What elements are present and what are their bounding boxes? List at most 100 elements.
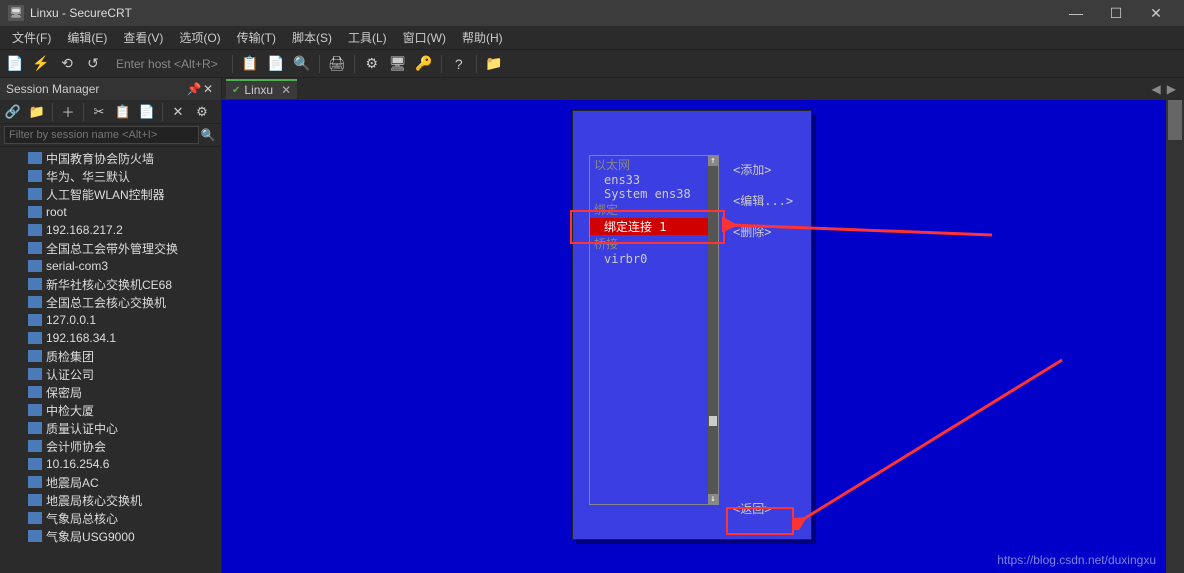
session-icon <box>28 170 42 182</box>
menu-window[interactable]: 窗口(W) <box>395 26 454 49</box>
host-input[interactable]: Enter host <Alt+R> <box>110 57 224 71</box>
copy2-icon[interactable]: 📋 <box>114 103 132 121</box>
list-item[interactable]: System ens38 <box>590 187 718 201</box>
quick-connect-icon[interactable]: ⚡ <box>32 55 50 73</box>
edit-button[interactable]: <编辑...> <box>733 192 793 209</box>
paste2-icon[interactable]: 📄 <box>138 103 156 121</box>
session-item[interactable]: 认证公司 <box>0 365 221 383</box>
session-label: 192.168.217.2 <box>46 223 123 237</box>
add-button[interactable]: <添加> <box>733 161 793 178</box>
session-item[interactable]: serial-com3 <box>0 257 221 275</box>
session-item[interactable]: 会计师协会 <box>0 437 221 455</box>
settings-icon[interactable]: ⚙ <box>363 55 381 73</box>
print-icon[interactable]: 🖨 <box>328 55 346 73</box>
properties-icon[interactable]: ⚙ <box>193 103 211 121</box>
session-icon[interactable]: 🖥 <box>389 55 407 73</box>
session-icon <box>28 350 42 362</box>
menu-options[interactable]: 选项(O) <box>171 26 228 49</box>
session-item[interactable]: 127.0.0.1 <box>0 311 221 329</box>
list-item[interactable]: virbr0 <box>590 252 718 266</box>
session-label: 气象局总核心 <box>46 510 118 527</box>
listbox-scrollbar[interactable]: ↑ ↓ <box>708 156 718 504</box>
tab-linxu[interactable]: ✔ Linxu ✕ <box>226 79 297 99</box>
session-icon <box>28 368 42 380</box>
tab-strip: ✔ Linxu ✕ ◀ ▶ <box>222 78 1184 100</box>
add-icon[interactable]: ＋ <box>59 103 77 121</box>
maximize-button[interactable]: ☐ <box>1096 0 1136 26</box>
session-label: root <box>46 205 67 219</box>
delete-button[interactable]: <删除> <box>733 223 793 240</box>
menu-tools[interactable]: 工具(L) <box>340 26 395 49</box>
session-item[interactable]: 新华社核心交换机CE68 <box>0 275 221 293</box>
close-button[interactable]: ✕ <box>1136 0 1176 26</box>
minimize-button[interactable]: — <box>1056 0 1096 26</box>
menu-file[interactable]: 文件(F) <box>4 26 59 49</box>
menu-view[interactable]: 查看(V) <box>115 26 171 49</box>
link-icon[interactable]: 🔗 <box>4 103 22 121</box>
session-label: 中国教育协会防火墙 <box>46 150 154 167</box>
status-dot-icon: ✔ <box>232 85 240 96</box>
connect-icon[interactable]: 📄 <box>6 55 24 73</box>
title-bar: 🖥 Linxu - SecureCRT — ☐ ✕ <box>0 0 1184 26</box>
key-icon[interactable]: 🔑 <box>415 55 433 73</box>
session-icon <box>28 260 42 272</box>
list-item[interactable]: ens33 <box>590 173 718 187</box>
session-icon <box>28 440 42 452</box>
session-item[interactable]: 气象局USG9000 <box>0 527 221 545</box>
session-icon <box>28 404 42 416</box>
session-item[interactable]: 中国教育协会防火墙 <box>0 149 221 167</box>
copy-icon[interactable]: 📋 <box>241 55 259 73</box>
session-manager-header: Session Manager 📌 ✕ <box>0 78 221 100</box>
scroll-up-icon[interactable]: ↑ <box>708 156 718 166</box>
session-item[interactable]: 全国总工会核心交换机 <box>0 293 221 311</box>
session-item[interactable]: 质检集团 <box>0 347 221 365</box>
session-item[interactable]: 192.168.217.2 <box>0 221 221 239</box>
delete-icon[interactable]: ✕ <box>169 103 187 121</box>
filter-input[interactable] <box>4 126 199 144</box>
scroll-thumb[interactable] <box>709 416 717 426</box>
section-ethernet: 以太网 <box>590 156 718 173</box>
search-icon[interactable]: 🔍 <box>199 126 217 144</box>
tab-next-icon[interactable]: ▶ <box>1167 82 1176 96</box>
session-item[interactable]: 气象局总核心 <box>0 509 221 527</box>
session-label: 127.0.0.1 <box>46 313 96 327</box>
list-item-selected[interactable]: 绑定连接 1 <box>590 218 718 235</box>
menu-transfer[interactable]: 传输(T) <box>229 26 284 49</box>
session-item[interactable]: 华为、华三默认 <box>0 167 221 185</box>
menu-script[interactable]: 脚本(S) <box>284 26 340 49</box>
menu-help[interactable]: 帮助(H) <box>454 26 511 49</box>
session-item[interactable]: 人工智能WLAN控制器 <box>0 185 221 203</box>
scroll-down-icon[interactable]: ↓ <box>708 494 718 504</box>
help-icon[interactable]: ? <box>450 55 468 73</box>
tab-close-icon[interactable]: ✕ <box>281 83 291 97</box>
session-item[interactable]: 10.16.254.6 <box>0 455 221 473</box>
cut-icon[interactable]: ✂ <box>90 103 108 121</box>
paste-icon[interactable]: 📄 <box>267 55 285 73</box>
session-item[interactable]: 全国总工会带外管理交换 <box>0 239 221 257</box>
connection-listbox[interactable]: 以太网 ens33 System ens38 绑定 绑定连接 1 桥接 virb… <box>589 155 719 505</box>
scroll-thumb[interactable] <box>1168 100 1182 140</box>
panel-close-icon[interactable]: ✕ <box>201 82 215 96</box>
folder-icon[interactable]: 📁 <box>28 103 46 121</box>
session-item[interactable]: root <box>0 203 221 221</box>
reconnect-icon[interactable]: ⟲ <box>58 55 76 73</box>
session-item[interactable]: 地震局AC <box>0 473 221 491</box>
session-item[interactable]: 地震局核心交换机 <box>0 491 221 509</box>
session-label: 全国总工会核心交换机 <box>46 294 166 311</box>
session-item[interactable]: 192.168.34.1 <box>0 329 221 347</box>
watermark: https://blog.csdn.net/duxingxu <box>997 553 1156 567</box>
session-item[interactable]: 质量认证中心 <box>0 419 221 437</box>
session-item[interactable]: 保密局 <box>0 383 221 401</box>
terminal-scrollbar[interactable] <box>1166 100 1184 573</box>
pin-icon[interactable]: 📌 <box>187 82 201 96</box>
tab-prev-icon[interactable]: ◀ <box>1152 82 1161 96</box>
terminal[interactable]: 以太网 ens33 System ens38 绑定 绑定连接 1 桥接 virb… <box>222 100 1166 573</box>
menu-edit[interactable]: 编辑(E) <box>59 26 115 49</box>
sftp-icon[interactable]: 📁 <box>485 55 503 73</box>
session-label: 地震局AC <box>46 474 99 491</box>
find-icon[interactable]: 🔍 <box>293 55 311 73</box>
back-button[interactable]: <返回> <box>733 500 771 517</box>
session-item[interactable]: 中检大厦 <box>0 401 221 419</box>
session-tree[interactable]: 中国教育协会防火墙华为、华三默认人工智能WLAN控制器 root 192.168.2… <box>0 147 221 573</box>
disconnect-icon[interactable]: ↺ <box>84 55 102 73</box>
